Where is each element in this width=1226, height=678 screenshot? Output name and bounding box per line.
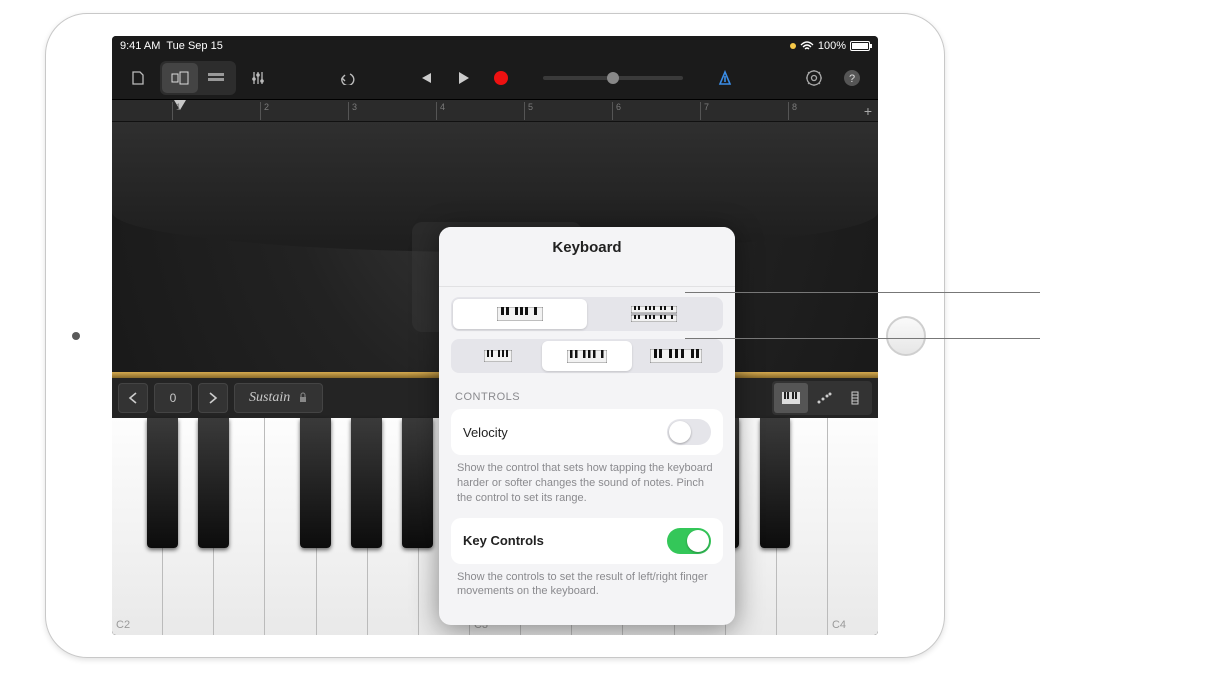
status-date: Tue Sep 15	[166, 40, 222, 52]
black-key[interactable]	[760, 418, 791, 548]
battery-icon	[850, 41, 870, 51]
instrument-area: 0 Sustain	[112, 122, 878, 635]
double-row-option[interactable]	[587, 299, 721, 329]
scale-button[interactable]	[840, 383, 870, 413]
undo-button[interactable]	[331, 63, 363, 93]
add-section-button[interactable]: +	[864, 103, 872, 119]
size-small-option[interactable]	[453, 341, 542, 371]
velocity-row: Velocity	[451, 409, 723, 455]
callout-line-size	[685, 338, 1040, 339]
key-label: C4	[832, 619, 846, 631]
velocity-label: Velocity	[463, 425, 508, 440]
key-controls-row: Key Controls	[451, 518, 723, 564]
master-volume-slider[interactable]	[543, 76, 683, 80]
front-camera	[72, 332, 80, 340]
metronome-button[interactable]	[709, 63, 741, 93]
play-button[interactable]	[447, 63, 479, 93]
record-icon	[494, 71, 508, 85]
settings-button[interactable]	[798, 63, 830, 93]
ruler-tick: 8	[788, 102, 797, 120]
view-mode-group	[160, 61, 236, 95]
help-button[interactable]: ?	[836, 63, 868, 93]
octave-display: 0	[154, 383, 192, 413]
size-medium-option[interactable]	[542, 341, 631, 371]
sustain-button[interactable]: Sustain	[234, 383, 323, 413]
svg-text:?: ?	[849, 73, 855, 85]
ipad-device: 9:41 AM Tue Sep 15 100%	[45, 13, 945, 658]
popover-arrow	[733, 413, 735, 433]
keyboard-size-segmented	[451, 339, 723, 373]
black-key[interactable]	[198, 418, 229, 548]
track-controls-button[interactable]	[242, 63, 274, 93]
keyboard-rows-segmented	[451, 297, 723, 331]
ruler-tick: 7	[700, 102, 709, 120]
velocity-toggle[interactable]	[667, 419, 711, 445]
single-keyboard-icon	[497, 307, 543, 321]
arpeggiator-button[interactable]	[808, 383, 840, 413]
key-label: C2	[116, 619, 130, 631]
slider-knob[interactable]	[607, 72, 619, 84]
velocity-description: Show the control that sets how tapping t…	[451, 455, 723, 518]
tracks-view-button[interactable]	[198, 63, 234, 93]
scale-icon	[849, 391, 861, 405]
my-songs-button[interactable]	[122, 63, 154, 93]
key-controls-description: Show the controls to set the result of l…	[451, 564, 723, 612]
double-keyboard-icon	[631, 306, 677, 322]
popover-title: Keyboard	[439, 227, 735, 287]
home-button[interactable]	[886, 316, 926, 356]
ruler-tick: 6	[612, 102, 621, 120]
octave-down-button[interactable]	[118, 383, 148, 413]
white-key[interactable]: C4	[828, 418, 878, 635]
record-button[interactable]	[485, 63, 517, 93]
callout-line-rows	[685, 292, 1040, 293]
key-controls-label: Key Controls	[463, 533, 544, 548]
battery-percent: 100%	[818, 40, 846, 52]
black-key[interactable]	[351, 418, 382, 548]
large-keyboard-icon	[650, 349, 702, 363]
keyboard-icon	[782, 392, 800, 404]
controls-section-label: CONTROLS	[451, 381, 723, 409]
ruler-tick: 3	[348, 102, 357, 120]
main-toolbar: ?	[112, 56, 878, 100]
lock-icon	[298, 392, 308, 404]
timeline-ruler[interactable]: + 1 2 3 4 5 6 7 8	[112, 100, 878, 122]
keyboard-settings-popover: Keyboard	[439, 227, 735, 625]
ruler-tick: 4	[436, 102, 445, 120]
size-large-option[interactable]	[632, 341, 721, 371]
black-key[interactable]	[402, 418, 433, 548]
black-key[interactable]	[147, 418, 178, 548]
arpeggio-icon	[816, 392, 832, 404]
location-indicator-icon	[790, 43, 796, 49]
medium-keyboard-icon	[567, 350, 607, 363]
wifi-icon	[800, 41, 814, 51]
ruler-tick: 5	[524, 102, 533, 120]
ruler-tick: 1	[172, 102, 181, 120]
black-key[interactable]	[300, 418, 331, 548]
octave-up-button[interactable]	[198, 383, 228, 413]
status-time: 9:41 AM	[120, 40, 160, 52]
keyboard-layout-group	[772, 381, 872, 415]
browser-view-button[interactable]	[162, 63, 198, 93]
go-to-start-button[interactable]	[409, 63, 441, 93]
keyboard-layout-button[interactable]	[774, 383, 808, 413]
status-bar: 9:41 AM Tue Sep 15 100%	[112, 36, 878, 56]
ruler-tick: 2	[260, 102, 269, 120]
app-screen: 9:41 AM Tue Sep 15 100%	[112, 36, 878, 635]
key-controls-toggle[interactable]	[667, 528, 711, 554]
single-row-option[interactable]	[453, 299, 587, 329]
small-keyboard-icon	[484, 350, 512, 362]
